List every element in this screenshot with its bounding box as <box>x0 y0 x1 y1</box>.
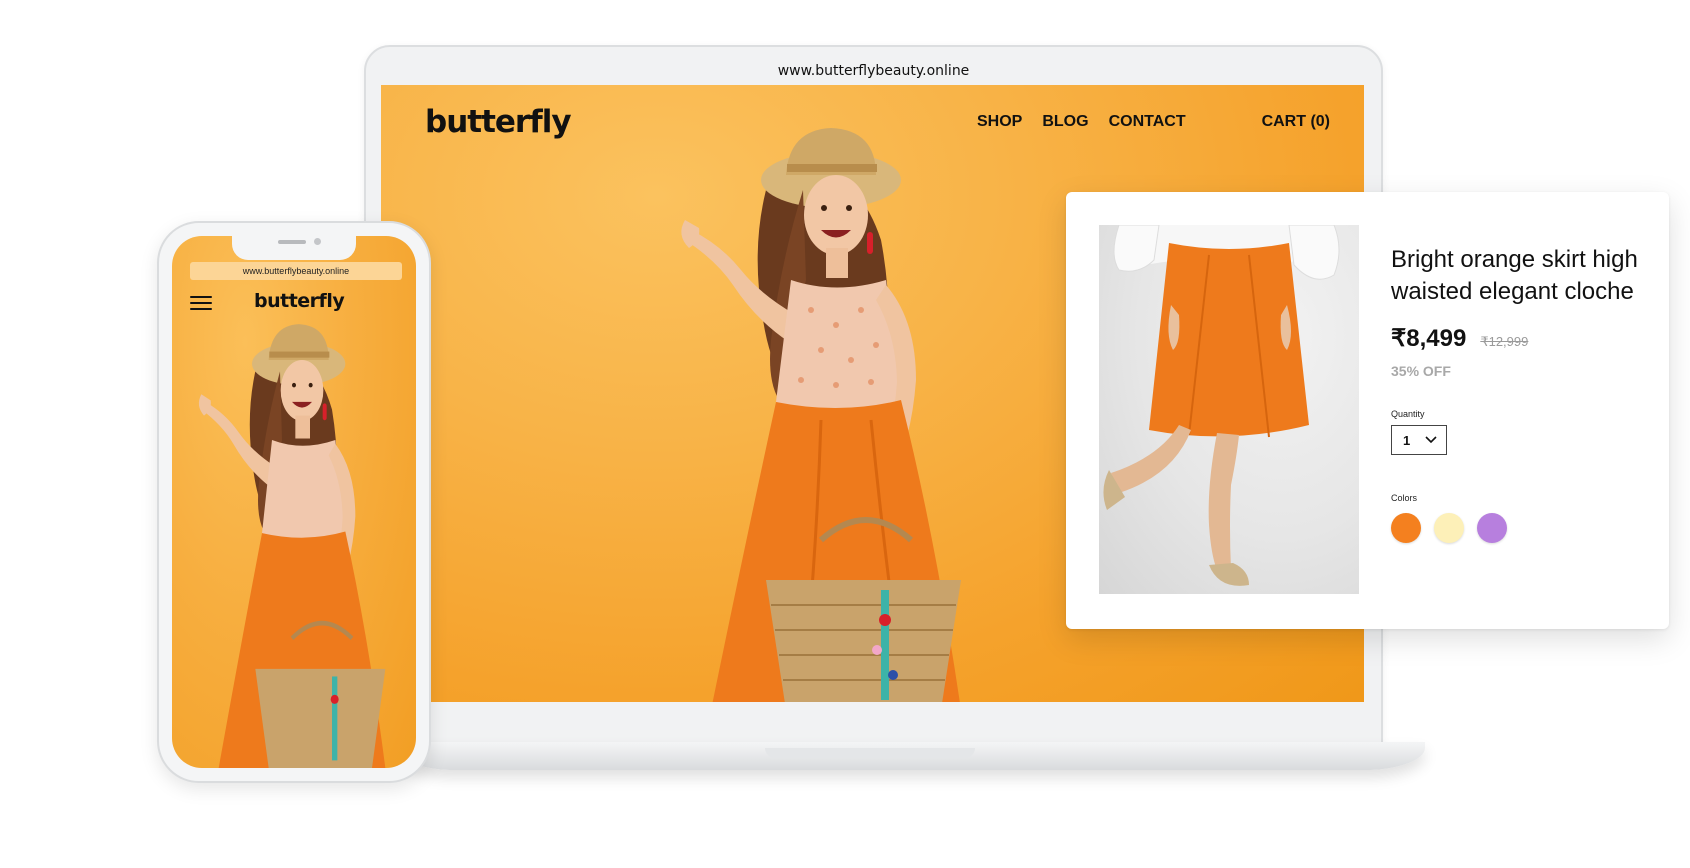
hamburger-menu-icon[interactable] <box>190 296 212 314</box>
color-swatch-cream[interactable] <box>1434 513 1464 543</box>
phone-address-bar[interactable]: www.butterflybeauty.online <box>190 262 402 280</box>
phone-site-logo[interactable]: butterfly <box>254 290 345 312</box>
discount-badge: 35% OFF <box>1391 363 1451 379</box>
product-card: Bright orange skirt high waisted elegant… <box>1066 192 1669 629</box>
color-swatch-orange[interactable] <box>1391 513 1421 543</box>
nav-blog[interactable]: BLOG <box>1042 113 1088 131</box>
product-image[interactable] <box>1099 225 1359 594</box>
price-row: ₹8,499 ₹12,999 <box>1391 324 1651 353</box>
color-swatch-purple[interactable] <box>1477 513 1507 543</box>
quantity-select[interactable]: 1 <box>1391 425 1447 455</box>
skirt-photo <box>1103 225 1340 586</box>
product-old-price: ₹12,999 <box>1480 334 1529 349</box>
cart-link[interactable]: CART (0) <box>1262 113 1330 131</box>
phone-hero-model-image <box>198 324 386 768</box>
product-price: ₹8,499 <box>1391 325 1467 352</box>
laptop-trackpad-notch <box>765 748 975 758</box>
nav-contact[interactable]: CONTACT <box>1109 113 1186 131</box>
chevron-down-icon <box>1425 436 1437 444</box>
phone-notch <box>232 236 356 260</box>
color-swatches <box>1391 513 1651 543</box>
product-title: Bright orange skirt high waisted elegant… <box>1391 246 1638 305</box>
quantity-value: 1 <box>1403 432 1411 448</box>
phone-speaker <box>278 240 306 244</box>
phone-frame: www.butterflybeauty.online butterfly <box>157 221 431 783</box>
quantity-label: Quantity <box>1391 409 1425 419</box>
phone-camera-icon <box>314 238 321 245</box>
phone-screen: www.butterflybeauty.online butterfly <box>172 236 416 768</box>
colors-label: Colors <box>1391 493 1418 503</box>
hero-model-image <box>681 128 961 702</box>
site-logo[interactable]: butterfly <box>425 104 572 140</box>
laptop-address-bar[interactable]: www.butterflybeauty.online <box>366 63 1381 79</box>
main-nav: SHOP BLOG CONTACT <box>977 113 1186 131</box>
product-info: Bright orange skirt high waisted elegant… <box>1391 244 1651 543</box>
